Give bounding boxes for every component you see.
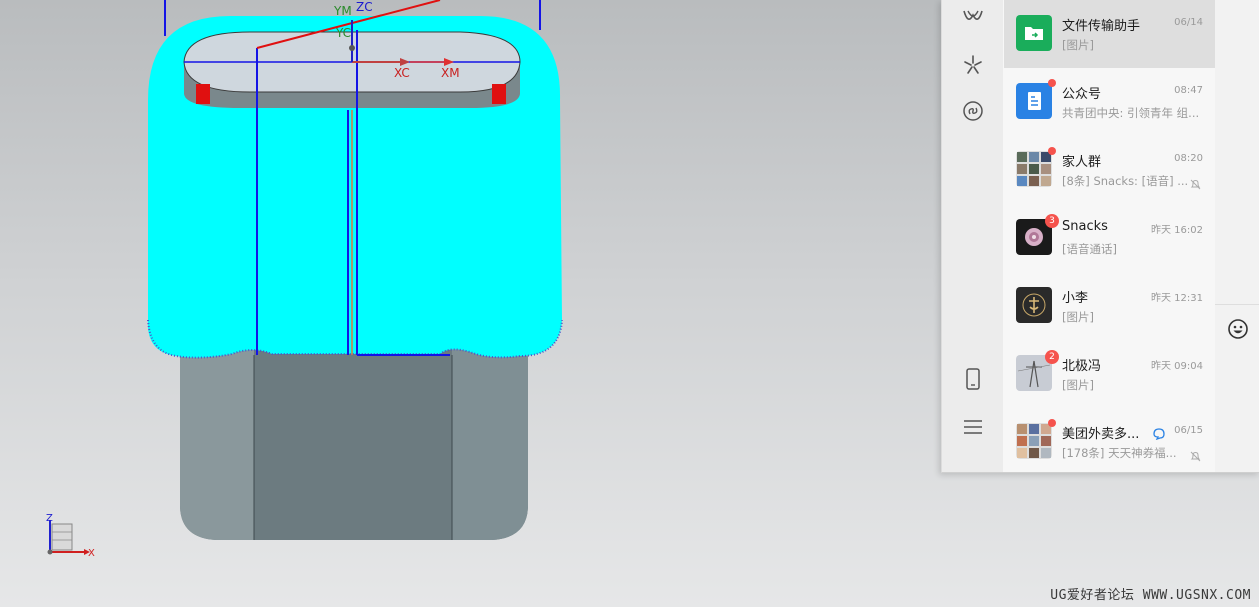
chat-time: 昨天 09:04 bbox=[1151, 361, 1203, 372]
mini-program-icon[interactable] bbox=[960, 98, 986, 124]
phone-icon[interactable] bbox=[960, 366, 986, 392]
chat-item-meituan-group[interactable]: 美团外卖多... 06/15 [178条] 天天神券福... bbox=[1004, 408, 1215, 472]
label-zc: ZC bbox=[356, 0, 373, 14]
cad-viewport[interactable]: XC XM ZC YM YC Z X bbox=[0, 0, 940, 607]
chat-name: 小李 bbox=[1062, 291, 1089, 306]
moments-icon[interactable] bbox=[960, 52, 986, 78]
chat-preview: [178条] 天天神券福... bbox=[1062, 446, 1177, 460]
mute-bell-icon bbox=[1190, 447, 1201, 466]
body-left-shade bbox=[180, 340, 254, 540]
menu-icon[interactable] bbox=[960, 414, 986, 440]
pocket-red-left bbox=[196, 84, 210, 104]
wcs-origin bbox=[349, 45, 355, 51]
chat-preview: [语音通话] bbox=[1062, 242, 1117, 256]
chat-item-official-accounts[interactable]: 公众号 08:47 共青团中央: 引领青年 组... bbox=[1004, 68, 1215, 136]
official-accounts-icon bbox=[1016, 83, 1052, 119]
chat-item-file-transfer[interactable]: 文件传输助手 06/14 [图片] bbox=[1004, 0, 1215, 68]
chat-preview: [8条] Snacks: [语音] ... bbox=[1062, 174, 1189, 188]
unread-count-badge: 3 bbox=[1045, 214, 1059, 228]
label-ym: YM bbox=[333, 4, 352, 18]
chat-time: 昨天 16:02 bbox=[1151, 225, 1203, 236]
chat-name: 北极冯 bbox=[1062, 359, 1102, 374]
chat-list: 文件传输助手 06/14 [图片] 公众号 08:47 共青团中央: 引领青年 … bbox=[1004, 0, 1215, 472]
mute-bell-icon bbox=[1190, 175, 1201, 194]
chat-item-family-group[interactable]: 家人群 08:20 [8条] Snacks: [语音] ... bbox=[1004, 136, 1215, 204]
watermark-text: UG爱好者论坛 WWW.UGSNX.COM bbox=[1050, 588, 1251, 603]
unread-dot bbox=[1048, 79, 1056, 87]
pocket-red-right bbox=[492, 84, 506, 104]
wechat-icon-rail bbox=[942, 0, 1003, 472]
look-icon[interactable] bbox=[960, 4, 986, 30]
chat-name: 家人群 bbox=[1062, 155, 1102, 170]
chat-time: 昨天 12:31 bbox=[1151, 293, 1203, 304]
unread-dot bbox=[1048, 419, 1056, 427]
chat-item-beijifeng[interactable]: 2 北极冯 昨天 09:04 [图片] bbox=[1004, 340, 1215, 408]
group-avatar bbox=[1016, 151, 1052, 187]
chat-name: 公众号 bbox=[1062, 87, 1102, 102]
chat-preview: 共青团中央: 引领青年 组... bbox=[1062, 106, 1200, 120]
chat-item-xiaoli[interactable]: 小李 昨天 12:31 [图片] bbox=[1004, 272, 1215, 340]
triad-x-label: X bbox=[88, 548, 95, 559]
mention-icon bbox=[1152, 425, 1166, 444]
calligraphy-avatar bbox=[1016, 287, 1052, 323]
chat-preview: [图片] bbox=[1062, 310, 1094, 324]
unread-dot bbox=[1048, 147, 1056, 155]
view-triad[interactable]: Z X bbox=[40, 508, 110, 568]
chat-name: 文件传输助手 bbox=[1062, 19, 1141, 34]
chat-item-snacks[interactable]: 3 Snacks 昨天 16:02 [语音通话] bbox=[1004, 204, 1215, 272]
chat-time: 08:47 bbox=[1174, 85, 1203, 96]
triad-cube bbox=[51, 523, 73, 551]
label-xc: XC bbox=[394, 66, 410, 80]
file-transfer-icon bbox=[1016, 15, 1052, 51]
unread-count-badge: 2 bbox=[1045, 350, 1059, 364]
chat-name: Snacks bbox=[1062, 219, 1108, 234]
chat-time: 06/14 bbox=[1174, 17, 1203, 28]
chat-time: 08:20 bbox=[1174, 153, 1203, 164]
wechat-panel: 文件传输助手 06/14 [图片] 公众号 08:47 共青团中央: 引领青年 … bbox=[941, 0, 1259, 473]
body-right-shade bbox=[452, 340, 528, 540]
triad-z-label: Z bbox=[46, 513, 53, 524]
chat-preview: [图片] bbox=[1062, 38, 1094, 52]
emoji-icon[interactable] bbox=[1215, 304, 1259, 353]
chat-name: 美团外卖多... bbox=[1062, 427, 1140, 442]
chat-preview: [图片] bbox=[1062, 378, 1094, 392]
cad-model-canvas[interactable]: XC XM ZC YM YC bbox=[0, 0, 940, 607]
label-xm: XM bbox=[441, 66, 460, 80]
chat-window-edge bbox=[1215, 0, 1259, 472]
label-yc: YC bbox=[335, 26, 351, 40]
chat-time: 06/15 bbox=[1174, 425, 1203, 436]
group-avatar-2 bbox=[1016, 423, 1052, 459]
